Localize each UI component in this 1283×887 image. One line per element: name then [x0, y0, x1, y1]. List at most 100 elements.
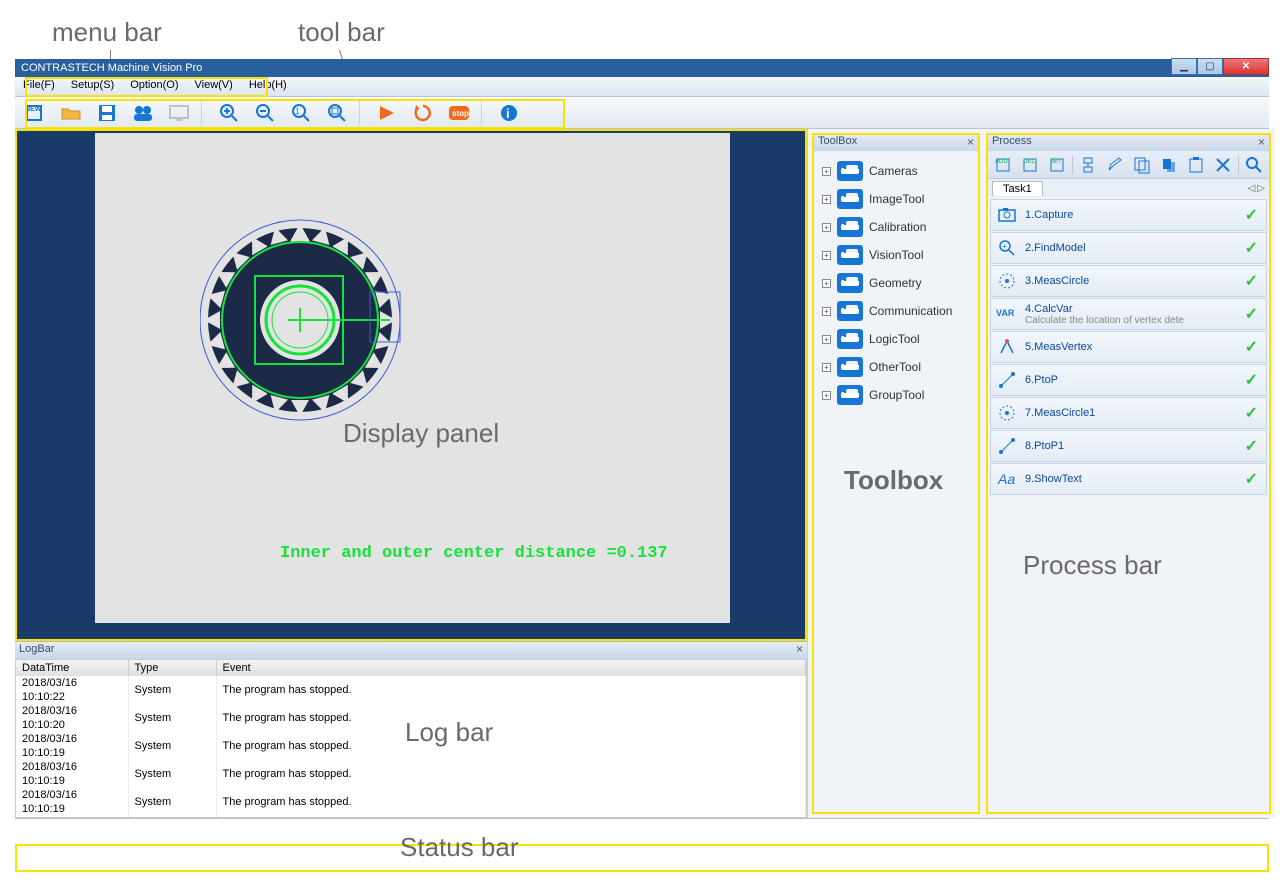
- toolbox-node[interactable]: +Communication: [816, 297, 976, 325]
- zoom-in-icon[interactable]: [213, 99, 245, 127]
- log-col-datetime[interactable]: DataTime: [16, 660, 128, 676]
- menu-help[interactable]: Help(H): [241, 77, 295, 96]
- step-label: 7.MeasCircle1: [1025, 407, 1095, 419]
- check-icon: ✓: [1245, 238, 1258, 258]
- process-delete-icon[interactable]: [1211, 154, 1235, 176]
- toolbox-node[interactable]: + Geometry: [816, 269, 976, 297]
- log-row[interactable]: 2018/03/16 10:10:19SystemThe program has…: [16, 760, 806, 788]
- toolbox-node-label: OtherTool: [869, 360, 921, 374]
- minimize-button[interactable]: ▁: [1171, 58, 1197, 75]
- toolbox-close-icon[interactable]: ×: [967, 135, 974, 149]
- expand-icon[interactable]: +: [822, 391, 831, 400]
- step-icon: Aa: [995, 467, 1019, 491]
- tool-folder-icon: [837, 357, 863, 377]
- log-col-type[interactable]: Type: [128, 660, 216, 676]
- toolbox-node[interactable]: +LogicTool: [816, 325, 976, 353]
- toolbox-node[interactable]: +Calibration: [816, 213, 976, 241]
- stop-icon[interactable]: stop: [443, 99, 475, 127]
- svg-text:stop: stop: [452, 109, 469, 118]
- tool-folder-icon: [837, 189, 863, 209]
- toolbox-node[interactable]: +Cameras: [816, 157, 976, 185]
- toolbox-panel: ToolBox × +Cameras+ImageTool+Calibration…: [812, 133, 980, 814]
- menu-setup[interactable]: Setup(S): [63, 77, 122, 96]
- screen-icon[interactable]: [163, 99, 195, 127]
- process-list[interactable]: 1.Capture✓+2.FindModel✓3.MeasCircle✓VAR4…: [988, 197, 1269, 812]
- expand-icon[interactable]: +: [822, 335, 831, 344]
- process-step[interactable]: 3.MeasCircle✓: [990, 265, 1267, 297]
- check-icon: ✓: [1245, 403, 1258, 423]
- tab-prev-icon[interactable]: ◁: [1248, 183, 1256, 194]
- log-row[interactable]: 2018/03/16 10:10:19SystemThe program has…: [16, 788, 806, 816]
- toolbox-tree[interactable]: +Cameras+ImageTool+Calibration+VisionToo…: [814, 151, 978, 415]
- process-step[interactable]: Aa9.ShowText✓: [990, 463, 1267, 495]
- process-edit-icon[interactable]: [1103, 154, 1127, 176]
- menu-view[interactable]: View(V): [187, 77, 241, 96]
- expand-icon[interactable]: +: [822, 167, 831, 176]
- process-paste-icon[interactable]: [1184, 154, 1208, 176]
- annotation-tool-bar: tool bar: [298, 17, 385, 48]
- process-step[interactable]: VAR4.CalcVarCalculate the location of ve…: [990, 298, 1267, 330]
- process-tab-task1[interactable]: Task1: [992, 181, 1043, 196]
- expand-icon[interactable]: +: [822, 363, 831, 372]
- menu-option[interactable]: Option(O): [122, 77, 186, 96]
- process-step[interactable]: 6.PtoP✓: [990, 364, 1267, 396]
- zoom-fit-icon[interactable]: 1: [285, 99, 317, 127]
- tab-next-icon[interactable]: ▷: [1257, 183, 1265, 194]
- step-label: 8.PtoP1: [1025, 440, 1064, 452]
- process-step[interactable]: 7.MeasCircle1 ✓: [990, 397, 1267, 429]
- users-icon[interactable]: [127, 99, 159, 127]
- run-icon[interactable]: [371, 99, 403, 127]
- process-del-icon[interactable]: DEL: [1018, 154, 1042, 176]
- step-icon: VAR: [995, 302, 1019, 326]
- log-row[interactable]: 2018/03/16 10:10:19SystemThe program has…: [16, 732, 806, 760]
- process-close-icon[interactable]: ×: [1258, 135, 1265, 149]
- toolbox-node-label: GroupTool: [869, 388, 924, 402]
- step-label: 5.MeasVertex: [1025, 341, 1092, 353]
- process-flow-icon[interactable]: [1076, 154, 1100, 176]
- log-row[interactable]: 2018/03/16 10:10:22SystemThe program has…: [16, 676, 806, 704]
- loop-icon[interactable]: [407, 99, 439, 127]
- process-copy-icon[interactable]: [1130, 154, 1154, 176]
- menu-file[interactable]: File(F): [15, 77, 63, 96]
- close-button[interactable]: ✕: [1223, 58, 1269, 75]
- process-set-icon[interactable]: SET: [1045, 154, 1069, 176]
- log-col-event[interactable]: Event: [216, 660, 806, 676]
- svg-text:SET: SET: [1050, 159, 1062, 165]
- expand-icon[interactable]: +: [822, 195, 831, 204]
- expand-icon[interactable]: +: [822, 223, 831, 232]
- gear-drawing: [200, 208, 430, 438]
- logbar-close-icon[interactable]: ×: [796, 642, 803, 656]
- step-icon: [995, 335, 1019, 359]
- process-step[interactable]: 5.MeasVertex ✓: [990, 331, 1267, 363]
- expand-icon[interactable]: +: [822, 279, 831, 288]
- display-panel[interactable]: Inner and outer center distance =0.137 D…: [15, 129, 807, 641]
- info-icon[interactable]: i: [493, 99, 525, 127]
- annotation-menu-bar: menu bar: [52, 17, 162, 48]
- zoom-region-icon[interactable]: [321, 99, 353, 127]
- maximize-button[interactable]: ▢: [1197, 58, 1223, 75]
- process-step[interactable]: 8.PtoP1✓: [990, 430, 1267, 462]
- log-row[interactable]: 2018/03/16 10:10:18SystemThe program has…: [16, 816, 806, 818]
- check-icon: ✓: [1245, 337, 1258, 357]
- step-icon: [995, 401, 1019, 425]
- process-add-icon[interactable]: ADD: [991, 154, 1015, 176]
- expand-icon[interactable]: +: [822, 251, 831, 260]
- open-icon[interactable]: [55, 99, 87, 127]
- process-step[interactable]: 1.Capture✓: [990, 199, 1267, 231]
- toolbox-node[interactable]: +VisionTool: [816, 241, 976, 269]
- save-icon[interactable]: [91, 99, 123, 127]
- tool-folder-icon: [837, 245, 863, 265]
- tool-bar: NEW 1 stop i: [15, 97, 1269, 129]
- log-table[interactable]: DataTime Type Event 2018/03/16 10:10:22S…: [15, 659, 807, 818]
- new-icon[interactable]: NEW: [19, 99, 51, 127]
- toolbox-node[interactable]: + OtherTool: [816, 353, 976, 381]
- toolbox-node[interactable]: +ImageTool: [816, 185, 976, 213]
- process-step[interactable]: +2.FindModel✓: [990, 232, 1267, 264]
- process-dup-icon[interactable]: [1157, 154, 1181, 176]
- process-find-icon[interactable]: [1242, 154, 1266, 176]
- log-row[interactable]: 2018/03/16 10:10:20SystemThe program has…: [16, 704, 806, 732]
- toolbox-node-label: Geometry: [869, 276, 922, 290]
- zoom-out-icon[interactable]: [249, 99, 281, 127]
- expand-icon[interactable]: +: [822, 307, 831, 316]
- toolbox-node[interactable]: + GroupTool: [816, 381, 976, 409]
